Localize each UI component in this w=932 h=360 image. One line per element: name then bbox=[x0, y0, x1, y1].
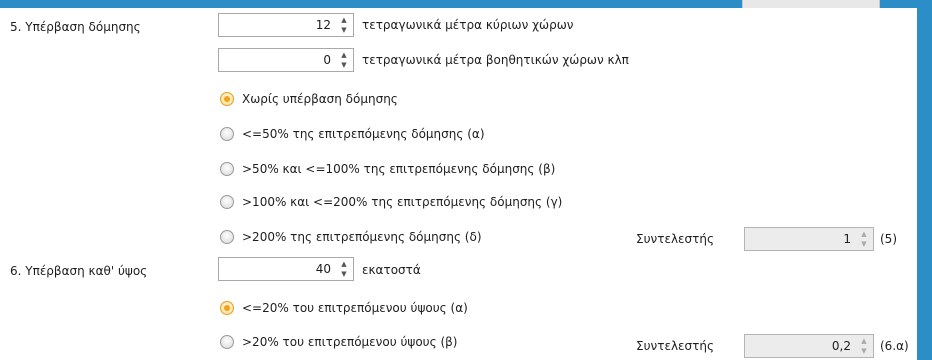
height-arrows[interactable]: ▲ ▼ bbox=[337, 260, 351, 278]
option-label: <=20% του επιτρεπόμενου ύψους (α) bbox=[242, 301, 468, 315]
main-area-unit: τετραγωνικά μέτρα κύριων χώρων bbox=[362, 18, 574, 32]
option-5-none[interactable]: Χωρίς υπέρβαση δόμησης bbox=[220, 92, 398, 106]
option-5b[interactable]: >50% και <=100% της επιτρεπόμενης δόμηση… bbox=[220, 162, 555, 176]
radio-checked-icon[interactable] bbox=[220, 301, 234, 315]
section5-label: 5. Υπέρβαση δόμησης bbox=[10, 20, 141, 34]
option-6b[interactable]: >20% του επιτρεπόμενου ύψους (β) bbox=[220, 335, 457, 349]
coefficient-5-stepper[interactable]: 1 ▲ ▼ bbox=[744, 227, 874, 251]
spin-up-icon[interactable]: ▲ bbox=[341, 51, 346, 59]
height-stepper[interactable]: 40 ▲ ▼ bbox=[218, 257, 354, 281]
radio-icon[interactable] bbox=[220, 195, 234, 209]
radio-icon[interactable] bbox=[220, 230, 234, 244]
spin-down-icon[interactable]: ▼ bbox=[341, 26, 346, 34]
spin-down-icon: ▼ bbox=[861, 240, 867, 248]
form-panel: 5. Υπέρβαση δόμησης 12 ▲ ▼ τετραγωνικά μ… bbox=[0, 8, 917, 360]
coefficient-5-value: 1 bbox=[843, 232, 851, 246]
spin-down-icon: ▼ bbox=[861, 347, 867, 355]
height-unit: εκατοστά bbox=[362, 263, 421, 277]
spin-down-icon[interactable]: ▼ bbox=[341, 61, 346, 69]
option-5d[interactable]: >200% της επιτρεπόμενης δόμησης (δ) bbox=[220, 230, 482, 244]
radio-icon[interactable] bbox=[220, 162, 234, 176]
option-5c[interactable]: >100% και <=200% της επιτρεπόμενης δόμησ… bbox=[220, 195, 562, 209]
spin-up-icon: ▲ bbox=[861, 230, 867, 238]
height-value: 40 bbox=[315, 262, 331, 276]
aux-area-unit: τετραγωνικά μέτρα βοηθητικών χώρων κλπ bbox=[362, 53, 629, 67]
option-label: >20% του επιτρεπόμενου ύψους (β) bbox=[242, 335, 458, 349]
main-area-stepper[interactable]: 12 ▲ ▼ bbox=[218, 13, 354, 37]
coefficient-6-value: 0,2 bbox=[831, 339, 851, 353]
option-label: <=50% της επιτρεπόμενης δόμησης (α) bbox=[242, 127, 485, 141]
spin-up-icon[interactable]: ▲ bbox=[341, 16, 346, 24]
spin-up-icon: ▲ bbox=[861, 337, 867, 345]
aux-area-arrows[interactable]: ▲ ▼ bbox=[337, 51, 351, 69]
option-label: >50% και <=100% της επιτρεπόμενης δόμηση… bbox=[242, 162, 556, 176]
aux-area-value: 0 bbox=[323, 53, 331, 67]
main-area-value: 12 bbox=[315, 18, 331, 32]
option-label: >100% και <=200% της επιτρεπόμενης δόμησ… bbox=[242, 195, 563, 209]
coefficient-6-stepper[interactable]: 0,2 ▲ ▼ bbox=[744, 334, 874, 358]
option-label: Χωρίς υπέρβαση δόμησης bbox=[242, 92, 398, 106]
spin-down-icon[interactable]: ▼ bbox=[341, 270, 346, 278]
radio-checked-icon[interactable] bbox=[220, 92, 234, 106]
option-5a[interactable]: <=50% της επιτρεπόμενης δόμησης (α) bbox=[220, 127, 485, 141]
coefficient-6-arrows: ▲ ▼ bbox=[857, 337, 871, 355]
radio-icon[interactable] bbox=[220, 335, 234, 349]
main-area-arrows[interactable]: ▲ ▼ bbox=[337, 16, 351, 34]
spin-up-icon[interactable]: ▲ bbox=[341, 260, 346, 268]
coefficient-5-label: Συντελεστής bbox=[636, 232, 715, 246]
radio-icon[interactable] bbox=[220, 127, 234, 141]
coefficient-5-ref: (5) bbox=[880, 232, 897, 246]
option-label: >200% της επιτρεπόμενης δόμησης (δ) bbox=[242, 230, 482, 244]
coefficient-6-ref: (6.α) bbox=[880, 339, 909, 353]
coefficient-6-label: Συντελεστής bbox=[636, 339, 715, 353]
aux-area-stepper[interactable]: 0 ▲ ▼ bbox=[218, 48, 354, 72]
coefficient-5-arrows: ▲ ▼ bbox=[857, 230, 871, 248]
section6-label: 6. Υπέρβαση καθ' ύψος bbox=[10, 264, 148, 278]
option-6a[interactable]: <=20% του επιτρεπόμενου ύψους (α) bbox=[220, 301, 468, 315]
